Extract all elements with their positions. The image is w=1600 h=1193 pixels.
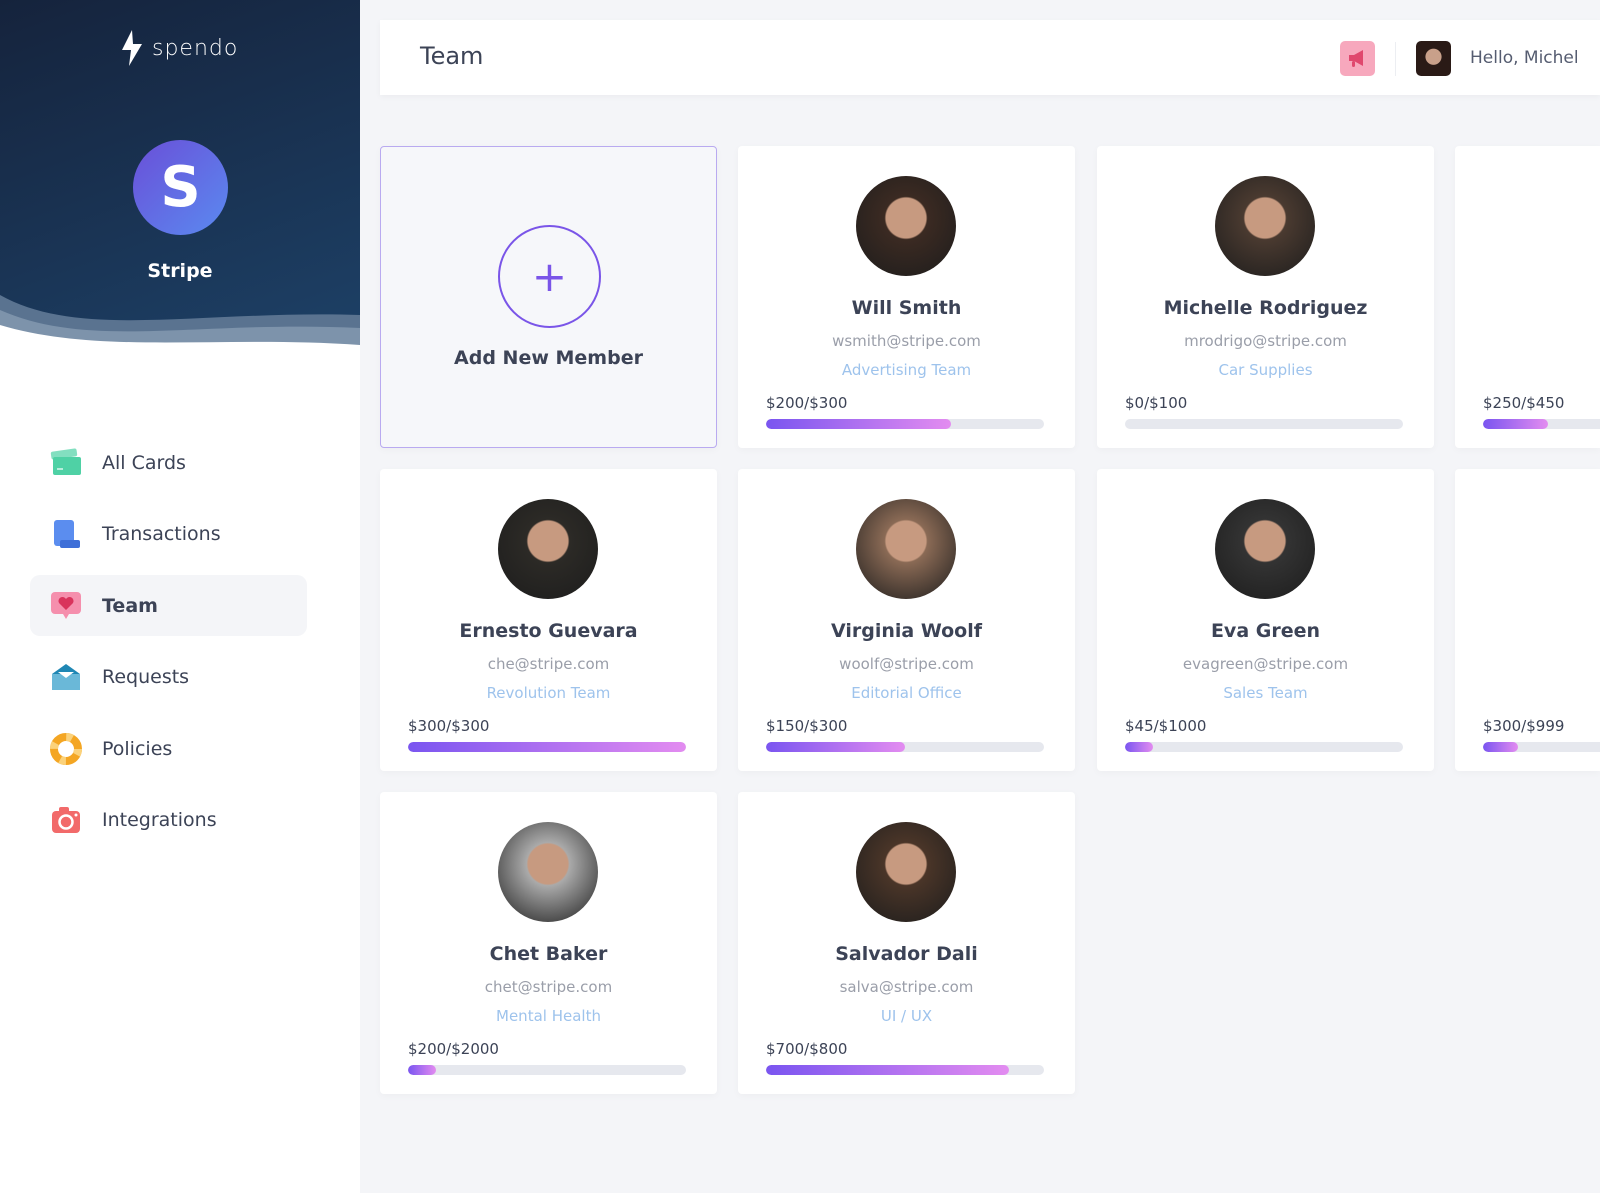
member-card[interactable]: Salvador Dali salva@stripe.com UI / UX $7… [738, 792, 1075, 1094]
spend-progress-bar [408, 742, 686, 752]
envelope-icon [50, 661, 82, 693]
spend-progress-bar [766, 419, 1044, 429]
brand-logo[interactable]: spendo [120, 30, 238, 66]
member-avatar [856, 176, 956, 276]
member-name: Salvador Dali [835, 943, 978, 965]
member-team-link[interactable]: Car Supplies [1097, 361, 1434, 379]
cards-icon [50, 447, 82, 479]
sidebar-nav: All Cards Transactions Team Requests Policie… [30, 432, 307, 861]
sidebar-item-label: Requests [102, 666, 190, 688]
member-avatar [856, 499, 956, 599]
member-avatar [1215, 499, 1315, 599]
member-email: mrodrigo@stripe.com [1184, 332, 1347, 350]
spend-progress-fill [1483, 742, 1519, 752]
member-spend-amount: $0/$100 [1125, 394, 1188, 412]
member-card[interactable]: Ernesto Guevara che@stripe.com Revolutio… [380, 469, 717, 771]
page-title: Team [420, 42, 484, 70]
member-name: Michelle Rodriguez [1163, 297, 1368, 319]
member-card[interactable]: $300/$999 [1455, 469, 1600, 771]
member-spend-amount: $250/$450 [1483, 394, 1565, 412]
member-avatar [498, 499, 598, 599]
member-card[interactable]: Will Smith wsmith@stripe.com Advertising… [738, 146, 1075, 448]
sidebar-item-label: Policies [102, 737, 173, 760]
spend-progress-fill [408, 1065, 436, 1075]
member-email: chet@stripe.com [484, 978, 613, 996]
sidebar-item-transactions[interactable]: Transactions [30, 504, 307, 565]
member-spend-amount: $300/$999 [1483, 717, 1565, 735]
member-email: woolf@stripe.com [839, 655, 974, 673]
sidebar-item-integrations[interactable]: Integrations [30, 790, 307, 851]
sidebar-item-policies[interactable]: Policies [30, 718, 307, 779]
spend-progress-fill [1125, 742, 1153, 752]
member-avatar [856, 822, 956, 922]
spend-progress-fill [1483, 419, 1549, 429]
member-name: Virginia Woolf [830, 620, 982, 642]
sidebar-item-label: Team [102, 594, 158, 617]
user-avatar[interactable] [1416, 41, 1451, 76]
member-name: Will Smith [851, 297, 962, 319]
brand-name: spendo [152, 35, 239, 61]
member-spend-amount: $150/$300 [766, 717, 848, 735]
member-team-link[interactable]: Mental Health [380, 1007, 717, 1025]
member-email: evagreen@stripe.com [1182, 655, 1349, 673]
member-name: Eva Green [1210, 620, 1321, 642]
member-email: salva@stripe.com [839, 978, 974, 996]
member-name: Chet Baker [489, 943, 608, 965]
sidebar-item-all-cards[interactable]: All Cards [30, 432, 307, 493]
member-team-link[interactable]: Revolution Team [380, 684, 717, 702]
member-card[interactable]: Chet Baker chet@stripe.com Mental Health… [380, 792, 717, 1094]
sidebar-item-requests[interactable]: Requests [30, 647, 307, 708]
member-card[interactable]: Virginia Woolf woolf@stripe.com Editoria… [738, 469, 1075, 771]
member-team-link[interactable]: UI / UX [738, 1007, 1075, 1025]
spend-progress-fill [408, 742, 686, 752]
notifications-button[interactable] [1340, 41, 1375, 76]
spend-progress-fill [766, 1065, 1010, 1075]
sidebar-item-label: Transactions [102, 523, 221, 545]
member-spend-amount: $200/$2000 [408, 1040, 499, 1058]
wave-decoration [0, 295, 360, 360]
spend-progress-bar [766, 742, 1044, 752]
spend-progress-bar [1125, 419, 1403, 429]
member-spend-amount: $45/$1000 [1125, 717, 1207, 735]
member-spend-amount: $700/$800 [766, 1040, 848, 1058]
member-spend-amount: $300/$300 [408, 717, 490, 735]
member-card[interactable]: Michelle Rodriguez mrodrigo@stripe.com C… [1097, 146, 1434, 448]
spend-progress-bar [766, 1065, 1044, 1075]
add-member-card[interactable]: + Add New Member [380, 146, 717, 448]
sidebar-item-team[interactable]: Team [30, 575, 307, 636]
member-avatar [1215, 176, 1315, 276]
member-email: wsmith@stripe.com [832, 332, 981, 350]
member-card[interactable]: $250/$450 [1455, 146, 1600, 448]
user-greeting[interactable]: Hello, Michel [1470, 48, 1579, 68]
header-divider [1395, 42, 1396, 76]
member-name: Ernesto Guevara [459, 620, 638, 642]
megaphone-icon [1348, 49, 1363, 67]
member-team-link[interactable]: Editorial Office [738, 684, 1075, 702]
sidebar-item-label: Integrations [102, 809, 217, 831]
spend-progress-fill [766, 742, 905, 752]
organization-avatar: S [133, 140, 228, 235]
plus-icon: + [498, 225, 601, 328]
sidebar-item-label: All Cards [102, 451, 186, 474]
spend-progress-bar [1483, 742, 1600, 752]
top-header: Team Hello, Michel [380, 20, 1600, 95]
lifebuoy-icon [50, 732, 82, 765]
organization-name: Stripe [147, 260, 213, 282]
spend-progress-bar [1483, 419, 1600, 429]
member-avatar [498, 822, 598, 922]
lightning-bolt-icon [122, 30, 142, 66]
member-email: che@stripe.com [487, 655, 610, 673]
scroll-icon [50, 518, 82, 550]
spend-progress-bar [408, 1065, 686, 1075]
member-team-link[interactable]: Advertising Team [738, 361, 1075, 379]
spend-progress-fill [766, 419, 952, 429]
heart-bubble-icon [50, 590, 82, 622]
member-card[interactable]: Eva Green evagreen@stripe.com Sales Team… [1097, 469, 1434, 771]
spend-progress-bar [1125, 742, 1403, 752]
camera-icon [50, 804, 82, 836]
sidebar: spendo S Stripe All Cards Transactions Tea… [0, 0, 360, 1193]
member-spend-amount: $200/$300 [766, 394, 848, 412]
member-team-link[interactable]: Sales Team [1097, 684, 1434, 702]
add-member-label: Add New Member [454, 347, 643, 369]
